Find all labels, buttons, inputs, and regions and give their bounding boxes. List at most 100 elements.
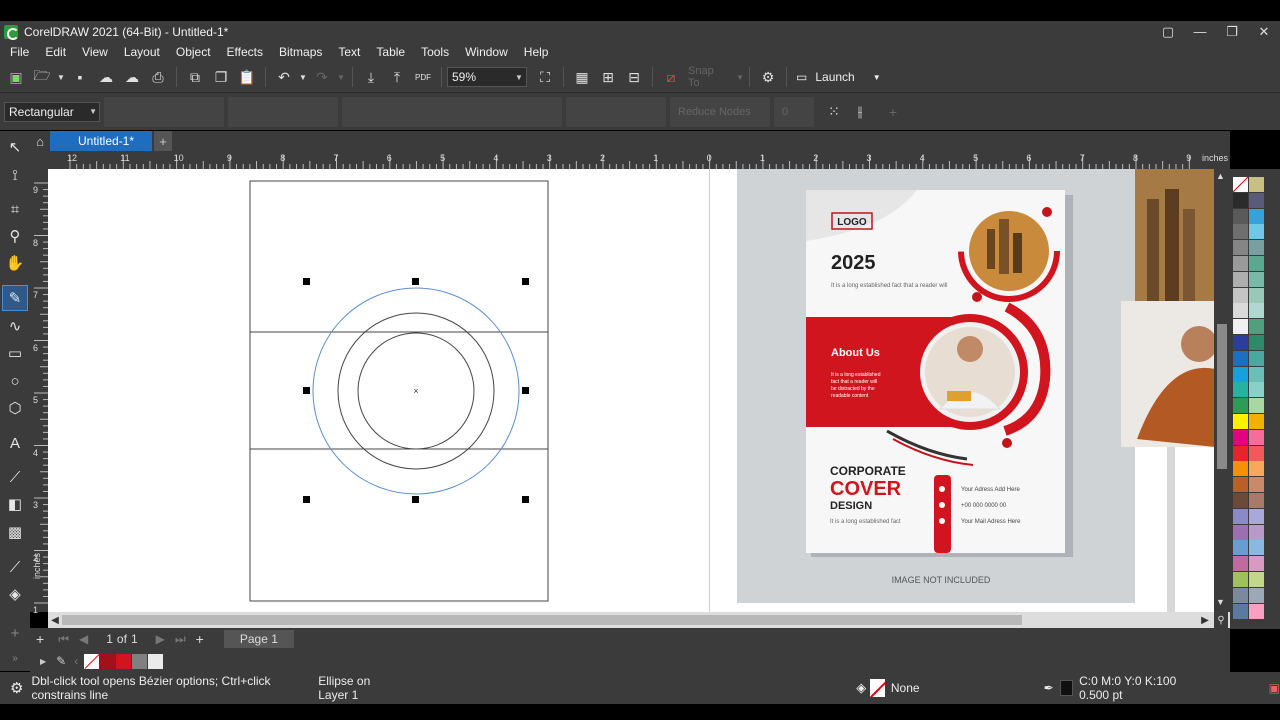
palette-swatch[interactable]	[1233, 271, 1248, 287]
palette-swatch[interactable]	[1233, 556, 1248, 572]
redo-dropdown-icon[interactable]: ▼	[336, 65, 346, 89]
palette-swatch[interactable]	[1233, 493, 1248, 508]
minimize-button[interactable]: —	[1184, 21, 1216, 42]
palette-swatch[interactable]	[1233, 445, 1248, 461]
node-alignment-icon[interactable]: ⫲	[848, 100, 872, 124]
expand-toolbox-icon[interactable]: »	[3, 646, 27, 670]
palette-swatch[interactable]	[1233, 572, 1248, 587]
new-document-icon[interactable]: ▣	[4, 65, 28, 89]
palette-swatch[interactable]	[1249, 382, 1264, 398]
palette-swatch[interactable]	[1233, 192, 1248, 208]
swatch-gray[interactable]	[132, 653, 148, 669]
select-all-nodes-icon[interactable]: ⁙	[822, 100, 846, 124]
palette-swatch[interactable]	[1233, 508, 1248, 524]
palette-swatch[interactable]	[1249, 256, 1264, 271]
palette-swatch[interactable]	[1249, 366, 1264, 382]
palette-swatch[interactable]	[1249, 587, 1264, 603]
vertical-ruler[interactable]: 9 8 7 6 5 4 3 2 1 inches	[30, 169, 48, 615]
palette-swatch[interactable]	[1233, 398, 1248, 414]
undo-dropdown-icon[interactable]: ▼	[298, 65, 308, 89]
publish-pdf-icon[interactable]: PDF	[411, 65, 435, 89]
palette-swatch[interactable]	[1233, 208, 1248, 224]
page-rectangle[interactable]	[249, 180, 549, 602]
horizontal-scroll-thumb[interactable]	[62, 615, 1022, 625]
freehand-tool-icon[interactable]: ✎	[2, 285, 28, 311]
scroll-down-icon[interactable]: ▼	[1216, 597, 1225, 607]
vertical-scroll-thumb[interactable]	[1217, 324, 1227, 469]
menu-window[interactable]: Window	[457, 45, 516, 59]
cloud-upload-icon[interactable]: ☁	[120, 65, 144, 89]
scroll-up-icon[interactable]: ▲	[1216, 171, 1225, 181]
close-button[interactable]: ✕	[1248, 21, 1280, 42]
palette-swatch[interactable]	[1233, 461, 1248, 477]
pan-tool-icon[interactable]: ✋	[3, 251, 27, 275]
import-icon[interactable]: ⤓	[359, 65, 383, 89]
drop-shadow-tool-icon[interactable]: ◧	[3, 492, 27, 516]
add-tool-icon[interactable]: +	[3, 621, 27, 645]
status-gear-icon[interactable]: ⚙	[10, 679, 23, 697]
copy-icon[interactable]: ❐	[209, 65, 233, 89]
add-page-after-icon[interactable]: +	[196, 631, 204, 647]
eyedropper-tool-icon[interactable]: ⟋	[3, 555, 27, 579]
palette-swatch[interactable]	[1233, 429, 1248, 445]
tab-untitled-1[interactable]: Untitled-1*	[50, 131, 153, 151]
palette-swatch[interactable]	[1233, 319, 1248, 335]
palette-swatch[interactable]	[1249, 192, 1264, 208]
palette-swatch[interactable]	[1249, 556, 1264, 572]
reference-cover-image[interactable]: LOGO 2025 It is a long established fact …	[737, 169, 1214, 612]
palette-swatch[interactable]	[1249, 572, 1264, 587]
palette-swatch[interactable]	[1233, 414, 1248, 429]
zoom-navigator-icon[interactable]: ⚲	[1214, 612, 1228, 628]
palette-swatch[interactable]	[1233, 287, 1248, 303]
page-tab-page-1[interactable]: Page 1	[223, 630, 294, 648]
palette-swatch[interactable]	[1233, 303, 1248, 319]
color-proof-icon[interactable]: ▣	[1269, 681, 1280, 695]
full-screen-preview-icon[interactable]: ⛶	[533, 65, 557, 89]
palette-swatch[interactable]	[1249, 477, 1264, 493]
palette-scroll-left-icon[interactable]: ‹	[74, 654, 78, 668]
palette-swatch[interactable]	[1249, 303, 1264, 319]
drawing-canvas[interactable]: × LOGO 2025 It is a long established fac…	[48, 169, 1214, 612]
palette-swatch[interactable]	[1233, 382, 1248, 398]
palette-swatch[interactable]	[1249, 287, 1264, 303]
menu-text[interactable]: Text	[330, 45, 368, 59]
swatch-dark-red[interactable]	[100, 653, 116, 669]
print-icon[interactable]: ⎙	[146, 65, 170, 89]
palette-swatch[interactable]	[1233, 366, 1248, 382]
menu-layout[interactable]: Layout	[116, 45, 168, 59]
show-grid-icon[interactable]: ⊞	[596, 65, 620, 89]
export-icon[interactable]: ⤒	[385, 65, 409, 89]
scroll-right-icon[interactable]: ▶	[1198, 612, 1212, 628]
reduce-nodes-button[interactable]: Reduce Nodes	[670, 96, 770, 127]
eyedropper-icon[interactable]: ✎	[56, 654, 66, 668]
add-page-before-icon[interactable]: +	[36, 631, 44, 647]
menu-bitmaps[interactable]: Bitmaps	[271, 45, 330, 59]
add-icon[interactable]: +	[881, 100, 905, 124]
previous-page-icon[interactable]: ◀	[79, 632, 88, 646]
palette-swatch[interactable]	[1249, 429, 1264, 445]
menu-tools[interactable]: Tools	[413, 45, 457, 59]
menu-file[interactable]: File	[2, 45, 37, 59]
palette-swatch[interactable]	[1233, 524, 1248, 540]
options-gear-icon[interactable]: ⚙	[756, 65, 780, 89]
palette-swatch[interactable]	[1249, 177, 1264, 192]
launch-button[interactable]: ▭ Launch ▼	[792, 70, 885, 84]
palette-swatch[interactable]	[1249, 208, 1264, 224]
menu-effects[interactable]: Effects	[219, 45, 271, 59]
home-icon[interactable]: ⌂	[30, 131, 50, 151]
palette-swatch[interactable]	[1233, 603, 1248, 619]
palette-swatch[interactable]	[1249, 335, 1264, 350]
palette-swatch[interactable]	[1249, 414, 1264, 429]
palette-swatch[interactable]	[1233, 240, 1248, 256]
vertical-scrollbar[interactable]: ▲ ▼	[1214, 169, 1230, 612]
palette-swatch[interactable]	[1249, 461, 1264, 477]
palette-swatch[interactable]	[1249, 603, 1264, 619]
outline-swatch[interactable]	[1059, 680, 1074, 696]
palette-swatch[interactable]	[1249, 524, 1264, 540]
palette-expand-icon[interactable]: ▶	[40, 657, 46, 666]
node-count-field[interactable]: 0	[774, 96, 814, 127]
palette-swatch[interactable]	[1249, 493, 1264, 508]
palette-swatch[interactable]	[1249, 398, 1264, 414]
horizontal-ruler[interactable]: inches 12 11 10 9 8 7 6 5 4 3 2 1 0 1 2 3 4 5 6 7 8 9	[30, 151, 1230, 169]
current-page-number[interactable]: 1	[106, 632, 113, 646]
